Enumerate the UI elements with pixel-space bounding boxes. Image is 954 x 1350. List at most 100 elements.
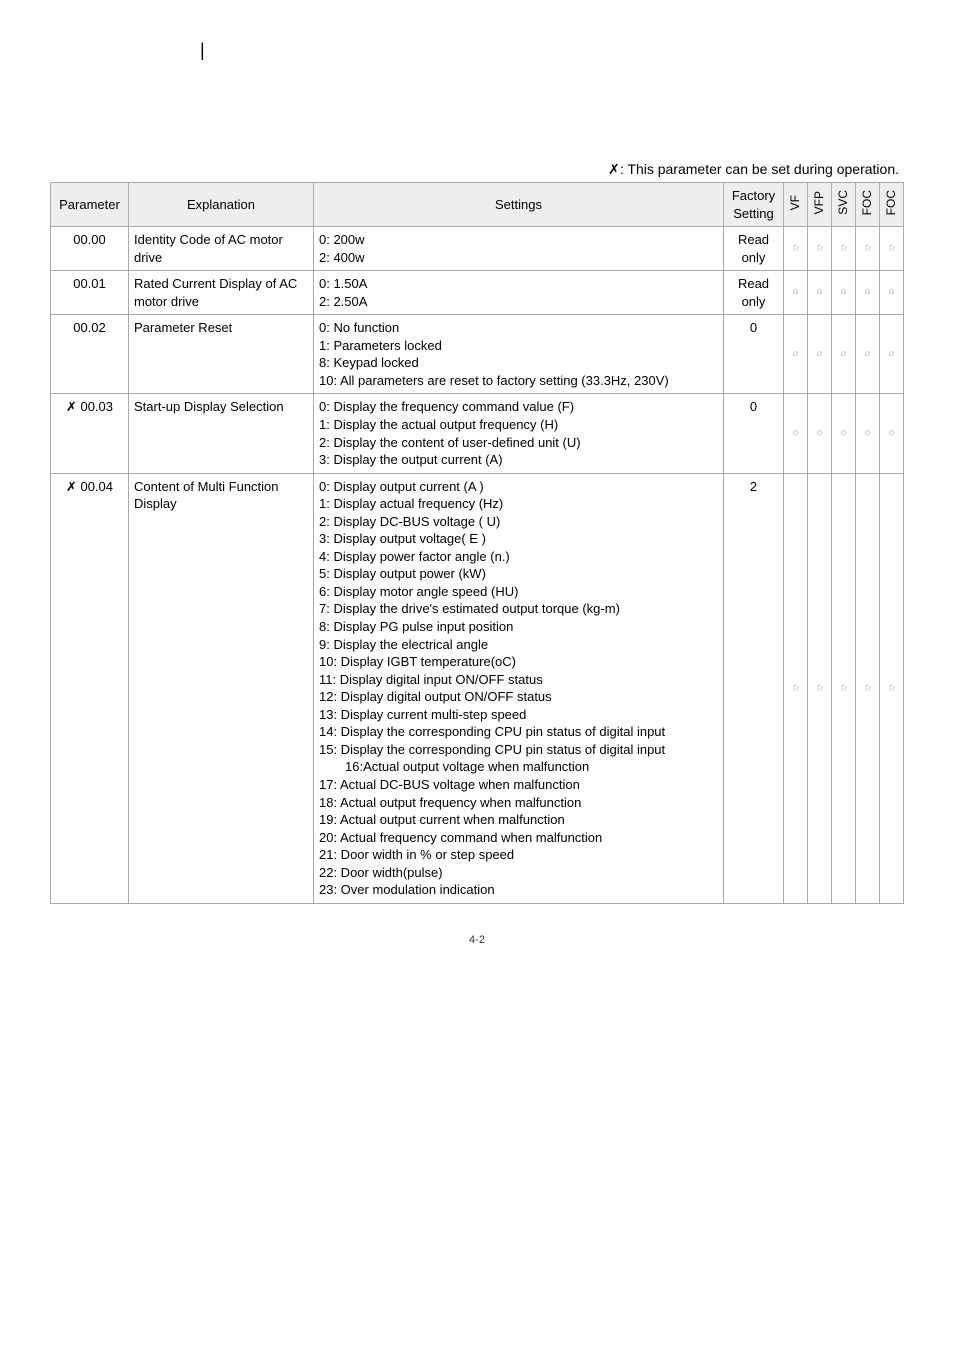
header-flag-foc1: FOC (856, 183, 880, 227)
setting-line: 0: Display the frequency command value (… (319, 398, 718, 416)
setting-line: 3: Display the output current (A) (319, 451, 718, 469)
cell-flag: ○ (880, 271, 904, 315)
cell-flag: ○ (856, 473, 880, 903)
header-factory: Factory Setting (724, 183, 784, 227)
setting-line: 10: Display IGBT temperature(oC) (319, 653, 718, 671)
header-settings: Settings (314, 183, 724, 227)
setting-line: 10: All parameters are reset to factory … (319, 372, 718, 390)
table-row: 00.00Identity Code of AC motor drive0: 2… (51, 227, 904, 271)
cell-flag: ○ (784, 394, 808, 473)
cell-flag: ○ (832, 473, 856, 903)
parameter-table: Parameter Explanation Settings Factory S… (50, 182, 904, 904)
cell-parameter: ✗ 00.04 (51, 473, 129, 903)
cell-flag: ○ (832, 394, 856, 473)
setting-line: 18: Actual output frequency when malfunc… (319, 794, 718, 812)
text-cursor-indicator: | (200, 40, 904, 61)
cell-flag: ○ (832, 227, 856, 271)
setting-line: 0: No function (319, 319, 718, 337)
cell-explanation: Rated Current Display of AC motor drive (129, 271, 314, 315)
cell-flag: ○ (784, 227, 808, 271)
cell-flag: ○ (856, 227, 880, 271)
table-row: 00.01Rated Current Display of AC motor d… (51, 271, 904, 315)
cell-flag: ○ (880, 473, 904, 903)
header-explanation: Explanation (129, 183, 314, 227)
setting-line: 0: Display output current (A ) (319, 478, 718, 496)
cell-factory: Read only (724, 271, 784, 315)
cell-flag: ○ (784, 315, 808, 394)
header-flag-svc: SVC (832, 183, 856, 227)
setting-line: 15: Display the corresponding CPU pin st… (319, 741, 718, 776)
cell-flag: ○ (784, 473, 808, 903)
table-row: 00.02Parameter Reset0: No function1: Par… (51, 315, 904, 394)
setting-line: 19: Actual output current when malfuncti… (319, 811, 718, 829)
setting-line: 11: Display digital input ON/OFF status (319, 671, 718, 689)
setting-line: 13: Display current multi-step speed (319, 706, 718, 724)
cell-flag: ○ (880, 227, 904, 271)
cell-flag: ○ (808, 227, 832, 271)
cell-settings: 0: Display the frequency command value (… (314, 394, 724, 473)
setting-line: 14: Display the corresponding CPU pin st… (319, 723, 718, 741)
cell-parameter: 00.01 (51, 271, 129, 315)
cell-flag: ○ (832, 315, 856, 394)
note-line: ✗: This parameter can be set during oper… (50, 161, 899, 178)
setting-line: 17: Actual DC-BUS voltage when malfuncti… (319, 776, 718, 794)
cell-parameter: 00.00 (51, 227, 129, 271)
cell-flag: ○ (784, 271, 808, 315)
cell-settings: 0: 200w2: 400w (314, 227, 724, 271)
header-flag-foc2: FOC (880, 183, 904, 227)
setting-line: 2: Display the content of user-defined u… (319, 434, 718, 452)
setting-line: 23: Over modulation indication (319, 881, 718, 899)
setting-line: 22: Door width(pulse) (319, 864, 718, 882)
setting-line: 1: Display actual frequency (Hz) (319, 495, 718, 513)
setting-line: 0: 1.50A (319, 275, 718, 293)
setting-line: 3: Display output voltage( E ) (319, 530, 718, 548)
cell-explanation: Content of Multi Function Display (129, 473, 314, 903)
cell-explanation: Start-up Display Selection (129, 394, 314, 473)
setting-line: 4: Display power factor angle (n.) (319, 548, 718, 566)
cell-flag: ○ (856, 315, 880, 394)
cell-flag: ○ (808, 315, 832, 394)
header-flag-vf: VF (784, 183, 808, 227)
setting-line: 9: Display the electrical angle (319, 636, 718, 654)
setting-line: 2: 2.50A (319, 293, 718, 311)
setting-line: 2: Display DC-BUS voltage ( U) (319, 513, 718, 531)
setting-line: 21: Door width in % or step speed (319, 846, 718, 864)
cell-factory: 0 (724, 394, 784, 473)
header-parameter: Parameter (51, 183, 129, 227)
cell-flag: ○ (880, 394, 904, 473)
cell-flag: ○ (832, 271, 856, 315)
setting-line: 2: 400w (319, 249, 718, 267)
setting-line: 0: 200w (319, 231, 718, 249)
cell-flag: ○ (856, 271, 880, 315)
header-flag-vfp: VFP (808, 183, 832, 227)
setting-line: 5: Display output power (kW) (319, 565, 718, 583)
setting-line: 7: Display the drive's estimated output … (319, 600, 718, 618)
cell-settings: 0: No function1: Parameters locked8: Key… (314, 315, 724, 394)
cell-flag: ○ (880, 315, 904, 394)
setting-line: 1: Parameters locked (319, 337, 718, 355)
setting-line: 8: Keypad locked (319, 354, 718, 372)
cell-factory: 0 (724, 315, 784, 394)
cell-flag: ○ (808, 271, 832, 315)
cell-parameter: ✗ 00.03 (51, 394, 129, 473)
table-row: ✗ 00.03Start-up Display Selection 0: Disp… (51, 394, 904, 473)
cell-explanation: Parameter Reset (129, 315, 314, 394)
cell-settings: 0: 1.50A2: 2.50A (314, 271, 724, 315)
page-number: 4-2 (50, 934, 904, 946)
setting-line: 8: Display PG pulse input position (319, 618, 718, 636)
setting-line: 6: Display motor angle speed (HU) (319, 583, 718, 601)
setting-line: 12: Display digital output ON/OFF status (319, 688, 718, 706)
cell-factory: Read only (724, 227, 784, 271)
setting-line: 1: Display the actual output frequency (… (319, 416, 718, 434)
cell-flag: ○ (856, 394, 880, 473)
setting-line: 20: Actual frequency command when malfun… (319, 829, 718, 847)
cell-explanation: Identity Code of AC motor drive (129, 227, 314, 271)
cell-parameter: 00.02 (51, 315, 129, 394)
note-symbol: ✗ (608, 161, 620, 177)
cell-flag: ○ (808, 394, 832, 473)
table-row: ✗ 00.04Content of Multi Function Display… (51, 473, 904, 903)
cell-flag: ○ (808, 473, 832, 903)
cell-settings: 0: Display output current (A )1: Display… (314, 473, 724, 903)
cell-factory: 2 (724, 473, 784, 903)
note-text: : This parameter can be set during opera… (620, 161, 899, 177)
